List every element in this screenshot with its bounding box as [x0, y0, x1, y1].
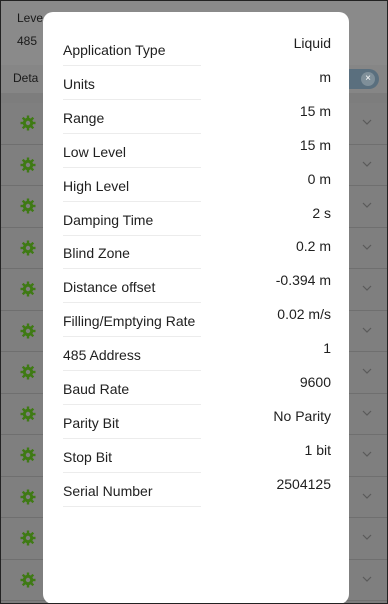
chevron-down-icon[interactable] [361, 573, 373, 585]
info-row: Parity Bit No Parity [63, 405, 331, 439]
chevron-down-icon[interactable] [361, 365, 373, 377]
gear-icon [20, 572, 36, 587]
info-label: 485 Address [63, 347, 141, 364]
info-value: 15 m [299, 102, 331, 119]
info-value: 0.02 m/s [277, 306, 331, 323]
gear-icon [20, 157, 36, 172]
app-screen: Leve 485 Deta × Application Type Liquid Un… [0, 0, 388, 604]
chevron-down-icon[interactable] [361, 241, 373, 253]
info-label: Stop Bit [63, 448, 113, 465]
device-info-dialog: Application Type Liquid Units m Range 15 m Low… [43, 12, 349, 603]
info-row: High Level 0 m [63, 168, 331, 202]
info-value: 2504125 [276, 475, 331, 492]
gear-icon [20, 447, 36, 463]
info-row: Blind Zone 0.2 m [63, 235, 331, 270]
info-label: Low Level [63, 143, 127, 160]
info-label: High Level [63, 177, 130, 194]
info-row: Low Level 15 m [63, 134, 331, 168]
info-row: Range 15 m [63, 100, 331, 134]
info-label: Distance offset [63, 279, 156, 296]
gear-icon [20, 530, 36, 546]
row-divider [63, 505, 201, 507]
info-row: Damping Time 2 s [63, 202, 331, 236]
info-row: Baud Rate 9600 [63, 371, 331, 405]
info-value: 9600 [299, 374, 331, 390]
gear-icon [20, 281, 36, 297]
info-row: Stop Bit 1 bit [63, 439, 331, 473]
info-label: Serial Number [63, 482, 153, 499]
chevron-down-icon[interactable] [361, 407, 373, 419]
info-row: Serial Number 2504125 [63, 473, 331, 507]
info-value: 0 m [307, 170, 331, 187]
close-icon[interactable]: × [361, 72, 375, 86]
chevron-down-icon[interactable] [361, 199, 373, 211]
chevron-down-icon[interactable] [361, 490, 373, 502]
info-value: 1 [323, 340, 331, 357]
info-value: 15 m [299, 136, 331, 153]
info-row: Units m [63, 66, 331, 100]
chevron-down-icon[interactable] [361, 116, 373, 128]
info-label: Filling/Emptying Rate [63, 313, 196, 330]
info-value: -0.394 m [275, 272, 331, 289]
gear-icon [20, 240, 36, 255]
info-row: 485 Address 1 [63, 337, 331, 372]
chevron-down-icon[interactable] [361, 531, 373, 543]
gear-icon [20, 115, 36, 131]
level-label: Leve [17, 11, 44, 25]
info-row: Application Type Liquid [63, 32, 331, 66]
info-label: Range [63, 109, 105, 126]
info-label: Damping Time [63, 211, 154, 228]
info-value: m [319, 68, 331, 85]
info-label: Units [63, 75, 95, 92]
info-label: Application Type [63, 42, 166, 58]
chevron-down-icon[interactable] [361, 282, 373, 294]
gear-icon [20, 198, 36, 214]
chevron-down-icon[interactable] [361, 158, 373, 170]
info-row: Distance offset -0.394 m [63, 269, 331, 304]
info-value: No Parity [273, 407, 331, 424]
info-value: 2 s [312, 204, 331, 221]
gear-icon [20, 364, 36, 380]
chevron-down-icon[interactable] [361, 324, 373, 336]
info-label: Baud Rate [63, 381, 130, 397]
info-label: Parity Bit [63, 414, 120, 431]
info-value: 0.2 m [295, 238, 331, 255]
info-label: Blind Zone [63, 245, 130, 262]
details-label: Deta [13, 71, 39, 85]
info-value: 1 bit [304, 441, 331, 458]
chevron-down-icon[interactable] [361, 448, 373, 460]
info-row: Filling/Emptying Rate 0.02 m/s [63, 303, 331, 338]
info-value: Liquid [293, 35, 331, 51]
level-value: 485 [17, 34, 38, 48]
gear-icon [20, 323, 36, 338]
gear-icon [20, 489, 36, 504]
gear-icon [20, 406, 36, 421]
